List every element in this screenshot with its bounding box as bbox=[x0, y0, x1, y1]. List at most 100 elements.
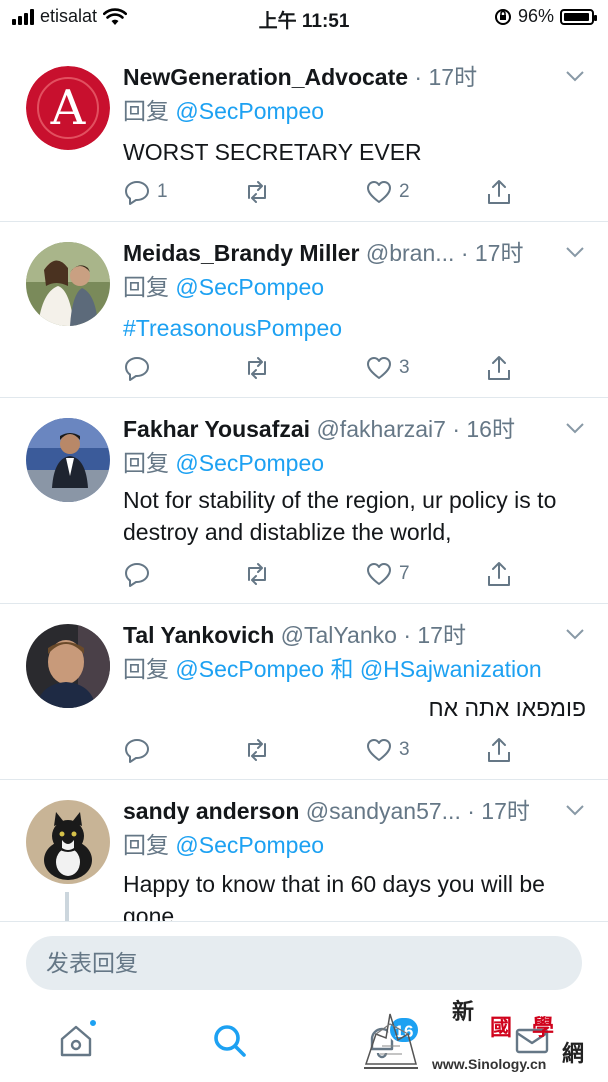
reply-input[interactable] bbox=[26, 936, 582, 990]
user-name[interactable]: Meidas_Brandy Miller bbox=[123, 240, 359, 266]
tab-search[interactable] bbox=[210, 1021, 250, 1061]
user-name[interactable]: sandy anderson bbox=[123, 798, 299, 824]
avatar[interactable] bbox=[26, 624, 110, 708]
tweet[interactable]: sandy anderson @sandyan57... · 17时 回复 @S… bbox=[0, 780, 608, 921]
replying-to: 回复 @SecPompeo bbox=[123, 448, 324, 478]
reply-button[interactable] bbox=[123, 354, 157, 382]
svg-text:A: A bbox=[50, 80, 87, 136]
share-button[interactable] bbox=[485, 354, 513, 382]
heart-icon bbox=[367, 181, 391, 203]
heart-icon bbox=[367, 563, 391, 585]
share-icon bbox=[488, 738, 510, 762]
retweet-button[interactable] bbox=[243, 736, 277, 764]
share-icon bbox=[488, 180, 510, 204]
tweet-time: 17时 bbox=[428, 64, 478, 90]
reply-button[interactable] bbox=[123, 736, 157, 764]
status-bar: etisalat 上午 11:51 96% bbox=[0, 0, 608, 34]
tweet-actions: 3 bbox=[123, 354, 528, 384]
retweet-icon bbox=[248, 739, 266, 761]
watermark-char: 學 bbox=[532, 1015, 555, 1041]
avatar[interactable] bbox=[26, 800, 110, 884]
mention-link[interactable]: @HSajwanization bbox=[360, 656, 542, 682]
retweet-icon bbox=[248, 563, 266, 585]
share-button[interactable] bbox=[485, 178, 513, 206]
watermark-char: 網 bbox=[562, 1041, 585, 1067]
mention-link[interactable]: @SecPompeo bbox=[175, 450, 324, 476]
thread-line bbox=[65, 892, 69, 921]
battery-fill bbox=[564, 12, 589, 21]
user-name[interactable]: Fakhar Yousafzai bbox=[123, 416, 310, 442]
reply-button[interactable]: 1 bbox=[123, 178, 168, 206]
tweet-text: WORST SECRETARY EVER bbox=[123, 139, 422, 165]
user-name[interactable]: Tal Yankovich bbox=[123, 622, 274, 648]
share-icon bbox=[488, 562, 510, 586]
orientation-lock-icon bbox=[494, 8, 511, 25]
tweet-text: Not for stability of the region, ur poli… bbox=[123, 487, 557, 545]
share-icon bbox=[488, 356, 510, 380]
replying-to: 回复 @SecPompeo 和 @HSajwanization bbox=[123, 654, 542, 684]
retweet-icon bbox=[248, 357, 266, 379]
mention-link[interactable]: @SecPompeo bbox=[175, 832, 324, 858]
chevron-down-icon[interactable] bbox=[564, 244, 586, 260]
heart-icon bbox=[367, 357, 391, 379]
share-button[interactable] bbox=[485, 560, 513, 588]
tweet[interactable]: Meidas_Brandy Miller @bran... · 17时 回复 @… bbox=[0, 222, 608, 398]
separator-dot: · bbox=[414, 64, 423, 90]
avatar[interactable] bbox=[26, 418, 110, 502]
reply-count: 1 bbox=[157, 181, 168, 202]
like-count: 7 bbox=[399, 563, 410, 584]
reply-feed[interactable]: A NewGeneration_Advocate · 17时 回复 @SecPo… bbox=[0, 34, 608, 921]
user-handle: @bran... bbox=[365, 240, 455, 266]
chevron-down-icon[interactable] bbox=[564, 802, 586, 818]
tweet-time: 17时 bbox=[481, 798, 530, 824]
hashtag-link[interactable]: #TreasonousPompeo bbox=[123, 312, 586, 344]
tweet[interactable]: Fakhar Yousafzai @fakharzai7 · 16时 回复 @S… bbox=[0, 398, 608, 604]
watermark-url: www.Sinology.cn bbox=[432, 1056, 547, 1072]
reply-icon bbox=[125, 181, 149, 205]
mention-link[interactable]: @SecPompeo bbox=[175, 274, 324, 300]
tweet-text: פומפאו אתה אח bbox=[428, 695, 586, 721]
mention-link[interactable]: @SecPompeo bbox=[175, 98, 324, 124]
tab-home[interactable] bbox=[56, 1018, 98, 1061]
reply-button[interactable] bbox=[123, 560, 157, 588]
replying-to: 回复 @SecPompeo bbox=[123, 830, 324, 860]
retweet-button[interactable] bbox=[243, 178, 277, 206]
chevron-down-icon[interactable] bbox=[564, 68, 586, 84]
temple-logo-icon bbox=[364, 1013, 418, 1069]
watermark-char: 國 bbox=[490, 1015, 513, 1041]
cat-photo-icon bbox=[26, 800, 110, 884]
chevron-down-icon[interactable] bbox=[564, 420, 586, 436]
chevron-down-icon[interactable] bbox=[564, 626, 586, 642]
like-button[interactable]: 3 bbox=[365, 354, 410, 382]
user-name[interactable]: NewGeneration_Advocate bbox=[123, 64, 408, 90]
like-count: 2 bbox=[399, 181, 410, 202]
reply-icon bbox=[125, 357, 149, 381]
user-handle: @TalYanko bbox=[280, 622, 397, 648]
tweet-header: Tal Yankovich @TalYanko · 17时 bbox=[123, 620, 552, 650]
letter-a-logo-icon: A bbox=[26, 66, 110, 150]
reply-prefix: 回复 bbox=[123, 832, 169, 858]
man-in-suit-photo-icon bbox=[26, 418, 110, 502]
replying-to: 回复 @SecPompeo bbox=[123, 96, 324, 126]
share-button[interactable] bbox=[485, 736, 513, 764]
retweet-button[interactable] bbox=[243, 354, 277, 382]
like-button[interactable]: 2 bbox=[365, 178, 410, 206]
avatar[interactable] bbox=[26, 242, 110, 326]
tweet[interactable]: Tal Yankovich @TalYanko · 17时 回复 @SecPom… bbox=[0, 604, 608, 780]
retweet-button[interactable] bbox=[243, 560, 277, 588]
new-content-dot bbox=[88, 1018, 98, 1028]
search-icon bbox=[214, 1025, 246, 1057]
like-button[interactable]: 3 bbox=[365, 736, 410, 764]
man-portrait-photo-icon bbox=[26, 624, 110, 708]
sinology-watermark: 新 國 學 網 www.Sinology.cn bbox=[356, 990, 604, 1080]
tweet-header: Fakhar Yousafzai @fakharzai7 · 16时 bbox=[123, 414, 552, 444]
tweet-time: 16时 bbox=[466, 416, 515, 442]
mention-link[interactable]: @SecPompeo bbox=[175, 656, 324, 682]
separator-dot: · bbox=[460, 240, 469, 266]
reply-icon bbox=[125, 563, 149, 587]
couple-photo-icon bbox=[26, 242, 110, 326]
like-button[interactable]: 7 bbox=[365, 560, 410, 588]
tweet[interactable]: A NewGeneration_Advocate · 17时 回复 @SecPo… bbox=[0, 34, 608, 222]
avatar[interactable]: A bbox=[26, 66, 110, 150]
tweet-header: Meidas_Brandy Miller @bran... · 17时 bbox=[123, 238, 552, 268]
